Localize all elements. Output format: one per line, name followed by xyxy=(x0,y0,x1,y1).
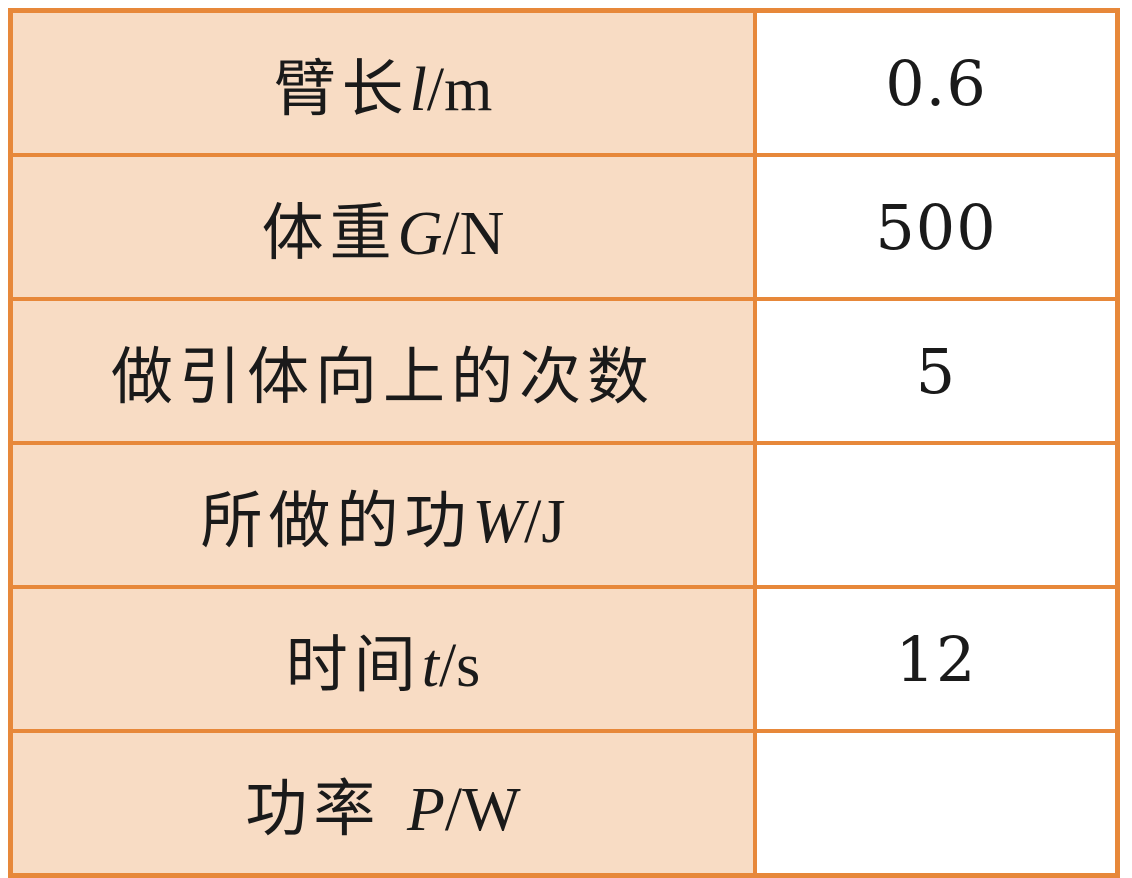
data-table: 臂长l/m 0.6 体重G/N 500 做引体向上的次数 5 所做的功W/J 时… xyxy=(8,8,1120,878)
label-cell-arm-length: 臂长l/m xyxy=(8,8,757,157)
value-cell-work-done[interactable] xyxy=(753,441,1120,589)
label-cell-power: 功率 P/W xyxy=(8,729,757,878)
quantity-symbol: G xyxy=(397,200,443,268)
table-row: 体重G/N 500 xyxy=(8,153,1120,301)
label-cell-time: 时间t/s xyxy=(8,585,757,733)
value-cell-time[interactable]: 12 xyxy=(753,585,1120,733)
quantity-symbol: l xyxy=(409,56,427,124)
label-text: 体重 xyxy=(261,196,398,269)
quantity-symbol: W xyxy=(472,488,525,556)
value-cell-pull-up-count[interactable]: 5 xyxy=(753,297,1120,445)
data-table-container: 臂长l/m 0.6 体重G/N 500 做引体向上的次数 5 所做的功W/J 时… xyxy=(8,8,1120,878)
unit-text: /J xyxy=(524,488,566,556)
table-row: 所做的功W/J xyxy=(8,441,1120,589)
quantity-symbol: P xyxy=(407,776,445,844)
unit-text: /W xyxy=(444,776,521,844)
label-text: 做引体向上的次数 xyxy=(110,340,655,413)
value-cell-arm-length[interactable]: 0.6 xyxy=(753,8,1120,157)
label-cell-body-weight: 体重G/N xyxy=(8,153,757,301)
unit-text: /N xyxy=(442,200,505,268)
unit-text: /m xyxy=(426,56,493,124)
table-row: 臂长l/m 0.6 xyxy=(8,8,1120,157)
value-cell-body-weight[interactable]: 500 xyxy=(753,153,1120,301)
label-text: 功率 xyxy=(245,772,408,845)
label-cell-pull-up-count: 做引体向上的次数 xyxy=(8,297,757,445)
label-text: 所做的功 xyxy=(200,484,473,557)
value-cell-power[interactable] xyxy=(753,729,1120,878)
table-row: 时间t/s 12 xyxy=(8,585,1120,733)
label-text: 臂长 xyxy=(273,52,410,125)
quantity-symbol: t xyxy=(421,632,439,700)
table-row: 做引体向上的次数 5 xyxy=(8,297,1120,445)
unit-text: /s xyxy=(438,632,481,700)
label-cell-work-done: 所做的功W/J xyxy=(8,441,757,589)
label-text: 时间 xyxy=(285,628,422,701)
table-row: 功率 P/W xyxy=(8,729,1120,878)
